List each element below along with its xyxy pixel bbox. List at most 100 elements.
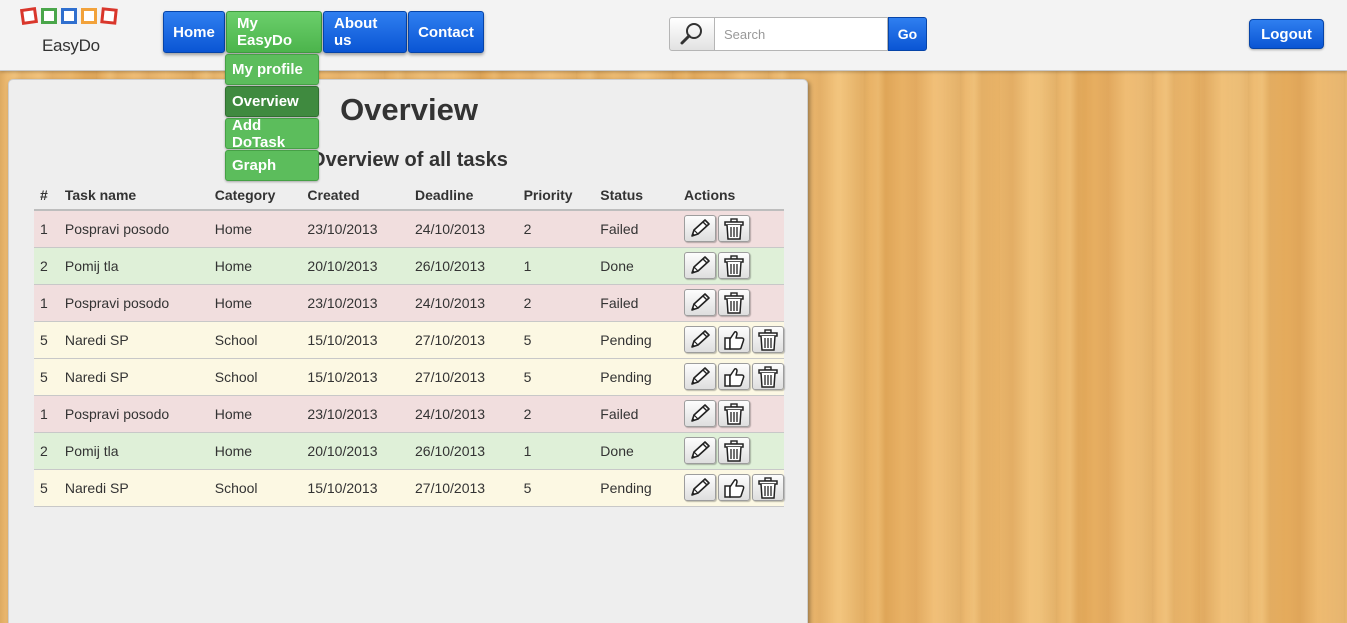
- cell-task-name: Pospravi posodo: [58, 210, 209, 248]
- nav-my-easydo-button[interactable]: My EasyDo: [226, 11, 322, 53]
- approve-button[interactable]: [718, 326, 750, 353]
- cell-actions: [678, 358, 784, 396]
- trash-icon: [757, 476, 779, 499]
- cell-created: 20/10/2013: [301, 432, 409, 470]
- column-header-status: Status: [594, 181, 678, 211]
- delete-button[interactable]: [718, 289, 750, 316]
- logo-square: [81, 8, 97, 24]
- trash-icon: [723, 402, 745, 425]
- cell-created: 15/10/2013: [301, 321, 409, 359]
- column-header-actions: Actions: [678, 181, 784, 211]
- row-actions: [684, 474, 784, 501]
- delete-button[interactable]: [718, 252, 750, 279]
- cell-category: Home: [208, 210, 302, 248]
- edit-button[interactable]: [684, 215, 716, 243]
- delete-button[interactable]: [718, 215, 750, 243]
- cell-actions: [678, 284, 784, 322]
- search-bar: Go: [669, 17, 927, 51]
- logo-square: [61, 8, 77, 24]
- cell-created: 15/10/2013: [301, 358, 409, 396]
- cell-created: 23/10/2013: [301, 395, 409, 433]
- cell-category: Home: [208, 432, 302, 470]
- cell-created: 23/10/2013: [301, 284, 409, 322]
- edit-button[interactable]: [684, 400, 716, 427]
- edit-button[interactable]: [684, 252, 716, 279]
- cell-task-name: Pospravi posodo: [58, 284, 209, 322]
- nav-home-button[interactable]: Home: [163, 11, 225, 53]
- cell-status: Failed: [594, 284, 678, 322]
- pencil-icon: [688, 440, 712, 462]
- edit-button[interactable]: [684, 363, 716, 390]
- column-header-id: #: [34, 181, 59, 211]
- search-go-button[interactable]: Go: [888, 17, 927, 51]
- cell-priority: 5: [517, 321, 595, 359]
- row-actions: [684, 215, 784, 243]
- column-header-deadline: Deadline: [409, 181, 518, 211]
- approve-button[interactable]: [718, 363, 750, 390]
- search-icon[interactable]: [669, 17, 715, 51]
- cell-id: 1: [34, 284, 59, 322]
- cell-task-name: Naredi SP: [58, 358, 209, 396]
- cell-created: 15/10/2013: [301, 469, 409, 507]
- my-easydo-dropdown: My profile Overview Add DoTask Graph: [225, 54, 319, 182]
- dropdown-item-graph[interactable]: Graph: [225, 150, 319, 181]
- cell-deadline: 24/10/2013: [409, 284, 518, 322]
- pencil-icon: [688, 255, 712, 277]
- cell-id: 1: [34, 395, 59, 433]
- cell-category: Home: [208, 284, 302, 322]
- dropdown-item-my-profile[interactable]: My profile: [225, 54, 319, 85]
- delete-button[interactable]: [752, 326, 784, 353]
- dropdown-item-add-dotask[interactable]: Add DoTask: [225, 117, 319, 151]
- approve-button[interactable]: [718, 474, 750, 501]
- pencil-icon: [688, 477, 712, 499]
- cell-deadline: 27/10/2013: [409, 469, 518, 507]
- table-row: 5 Naredi SP School 15/10/2013 27/10/2013 5 Pen…: [34, 321, 784, 359]
- cell-status: Done: [594, 247, 678, 285]
- main-nav: Home My EasyDo About us Contact: [163, 11, 484, 53]
- delete-button[interactable]: [752, 474, 784, 501]
- cell-task-name: Naredi SP: [58, 469, 209, 507]
- column-header-task-name: Task name: [58, 181, 209, 211]
- cell-actions: [678, 210, 784, 248]
- column-header-category: Category: [208, 181, 302, 211]
- cell-status: Pending: [594, 321, 678, 359]
- logo-square: [19, 6, 39, 26]
- cell-priority: 5: [517, 469, 595, 507]
- cell-task-name: Pomij tla: [58, 432, 209, 470]
- page-title: Overview: [340, 92, 478, 127]
- easydo-logo[interactable]: EasyDo: [19, 6, 118, 60]
- cell-id: 5: [34, 469, 59, 507]
- cell-priority: 5: [517, 358, 595, 396]
- thumbs-up-icon: [722, 366, 746, 388]
- edit-button[interactable]: [684, 326, 716, 353]
- logout-button[interactable]: Logout: [1249, 19, 1324, 49]
- row-actions: [684, 326, 784, 353]
- logo-square: [41, 8, 57, 24]
- delete-button[interactable]: [718, 400, 750, 427]
- row-actions: [684, 363, 784, 390]
- trash-icon: [723, 254, 745, 277]
- cell-actions: [678, 432, 784, 470]
- pencil-icon: [688, 403, 712, 425]
- cell-created: 20/10/2013: [301, 247, 409, 285]
- edit-button[interactable]: [684, 437, 716, 464]
- cell-category: Home: [208, 395, 302, 433]
- cell-deadline: 24/10/2013: [409, 395, 518, 433]
- cell-deadline: 26/10/2013: [409, 247, 518, 285]
- tasks-table: # Task name Category Created Deadline Pr…: [34, 181, 784, 507]
- cell-task-name: Pomij tla: [58, 247, 209, 285]
- delete-button[interactable]: [718, 437, 750, 464]
- cell-status: Done: [594, 432, 678, 470]
- nav-about-us-button[interactable]: About us: [323, 11, 407, 53]
- edit-button[interactable]: [684, 289, 716, 316]
- cell-actions: [678, 321, 784, 359]
- cell-priority: 2: [517, 284, 595, 322]
- table-row: 5 Naredi SP School 15/10/2013 27/10/2013 5 Pen…: [34, 469, 784, 507]
- cell-id: 2: [34, 247, 59, 285]
- dropdown-item-overview[interactable]: Overview: [225, 86, 319, 117]
- trash-icon: [723, 291, 745, 314]
- nav-contact-button[interactable]: Contact: [408, 11, 484, 53]
- search-input[interactable]: [715, 17, 888, 51]
- edit-button[interactable]: [684, 474, 716, 501]
- delete-button[interactable]: [752, 363, 784, 390]
